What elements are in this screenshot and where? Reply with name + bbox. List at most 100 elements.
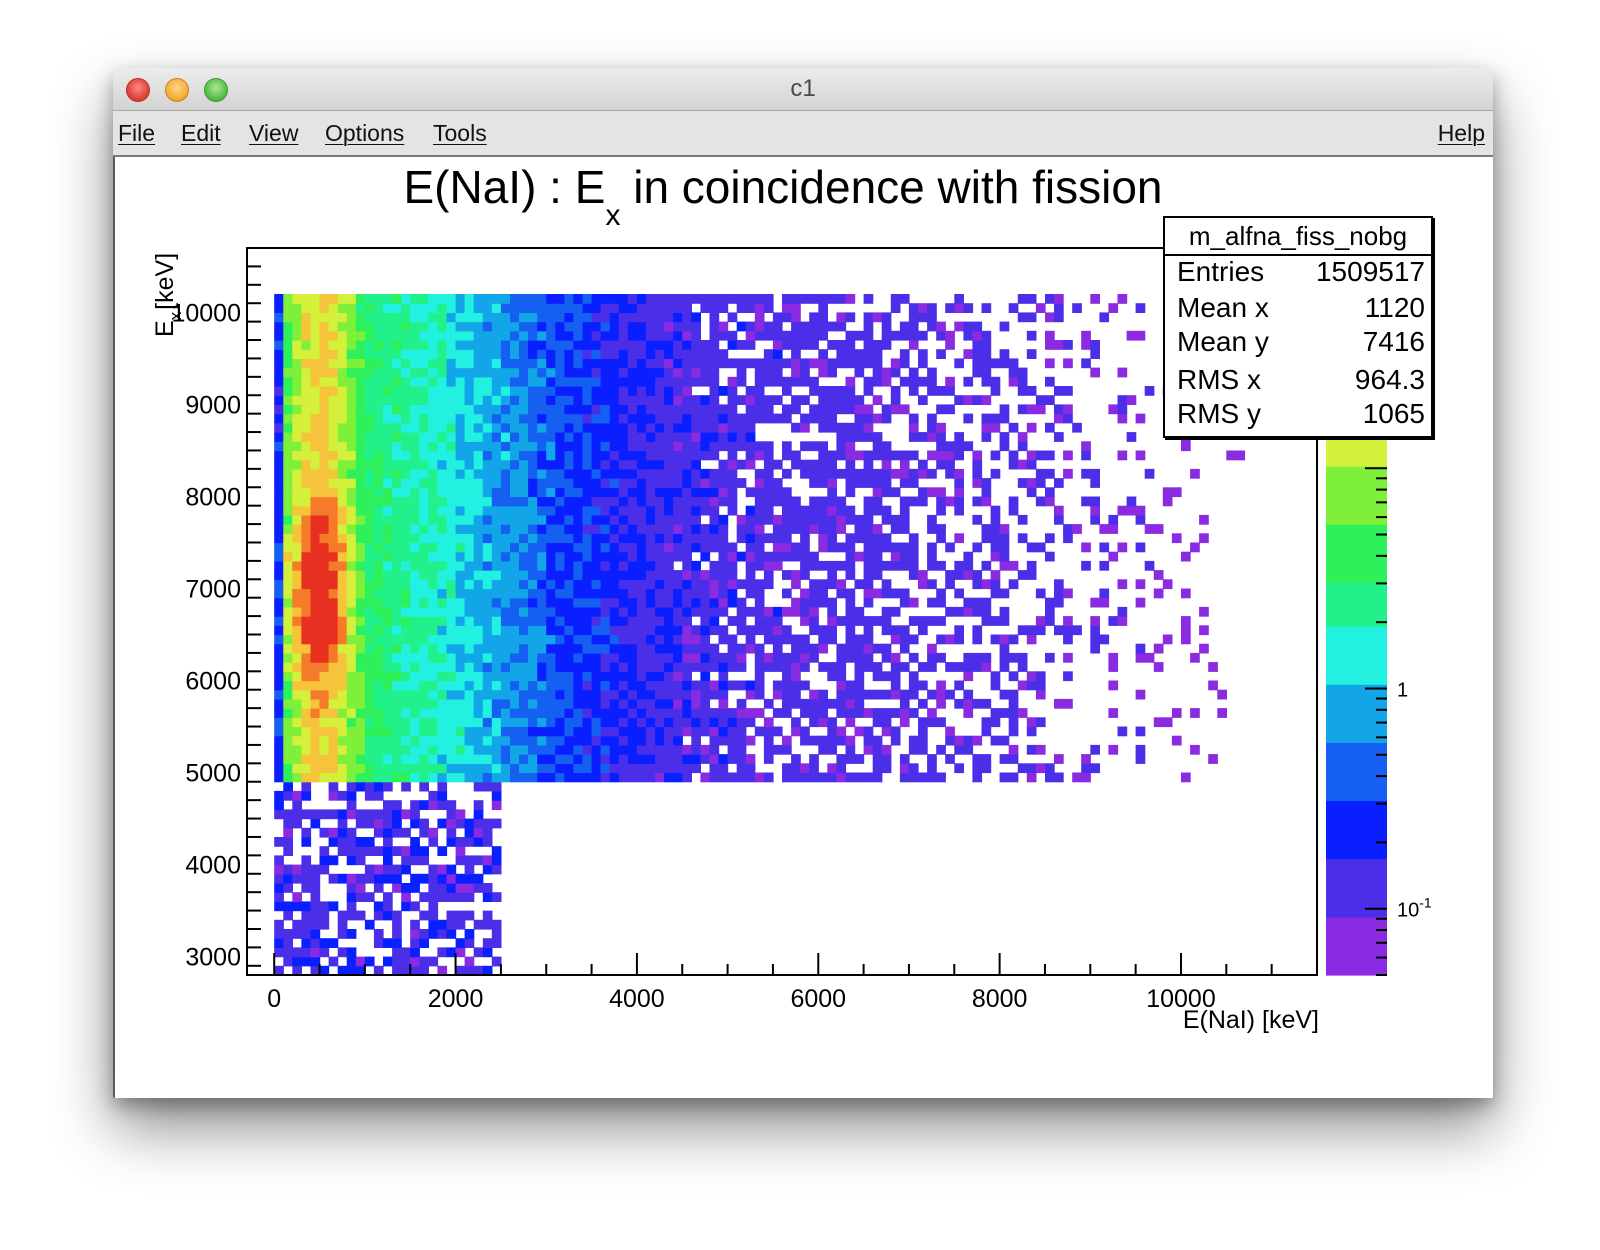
heatmap-cell [274,404,284,415]
heatmap-cell [736,413,747,424]
heatmap-cell [646,680,656,691]
heatmap-cell [609,533,620,544]
heatmap-cell [963,330,974,341]
heatmap-cell [636,321,647,332]
heatmap-cell [392,542,402,553]
heatmap-cell [691,606,701,617]
heatmap-cell [319,413,330,424]
stats-row-rms-y: RMS y 1065 [1177,398,1425,429]
heatmap-cell [1008,708,1019,718]
heatmap-cell [401,846,411,856]
heatmap-cell [555,689,565,700]
menu-help[interactable]: Help [1438,111,1485,155]
heatmap-cell [809,735,819,746]
heatmap-cell [573,662,584,672]
heatmap-cell [373,358,384,369]
heatmap-cell [718,294,729,304]
heatmap-cell [1081,358,1091,369]
heatmap-cell [419,662,429,672]
heatmap-cell [464,560,475,571]
heatmap-cell [500,616,511,626]
heatmap-cell [364,330,375,341]
heatmap-cell [301,827,312,838]
title-bar[interactable]: c1 [113,68,1493,111]
menu-edit[interactable]: Edit [181,111,221,155]
heatmap-cell [319,367,330,378]
heatmap-cell [283,478,293,488]
menu-file[interactable]: File [118,111,155,155]
menu-tools[interactable]: Tools [433,111,487,155]
heatmap-cell [573,643,584,654]
heatmap-cell [537,606,547,617]
heatmap-cell [582,496,593,507]
heatmap-cell [292,662,302,672]
heatmap-cell [355,910,366,921]
heatmap-cell [573,413,584,424]
heatmap-cell [1126,395,1137,405]
heatmap-cell [1026,349,1037,359]
heatmap-cell [1026,294,1037,304]
heatmap-cell [446,330,457,341]
heatmap-cell [373,597,384,608]
heatmap-cell [682,395,692,405]
heatmap-cell [1126,505,1137,516]
heatmap-cell [355,662,366,672]
heatmap-cell [464,744,475,755]
heatmap-cell [328,496,339,507]
heatmap-cell [482,413,493,424]
heatmap-cell [292,597,302,608]
heatmap-cell [519,588,529,599]
heatmap-cell [292,340,302,350]
menu-options[interactable]: Options [325,111,404,155]
heatmap-cell [845,468,856,479]
heatmap-cell [364,671,375,682]
heatmap-cell [464,643,475,654]
heatmap-cell [410,800,420,810]
heatmap-cell [546,321,556,332]
heatmap-cell [863,330,874,341]
heatmap-cell [655,533,665,544]
heatmap-cell [800,643,810,654]
heatmap-cell [301,349,312,359]
heatmap-cell [636,634,647,645]
heatmap-cell [908,386,919,396]
heatmap-cell [818,413,828,424]
heatmap-cell [954,505,964,516]
statistics-box[interactable]: m_alfna_fiss_nobg Entries 1509517 Mean x1… [1163,216,1433,438]
heatmap-cell [782,404,792,415]
heatmap-cell [827,358,837,369]
heatmap-cell [401,892,411,902]
heatmap-cell [455,671,466,682]
heatmap-cell [582,386,593,396]
heatmap-cell [392,303,402,313]
heatmap-cell [736,625,747,636]
heatmap-cell [283,947,293,958]
heatmap-cell [936,386,946,396]
heatmap-cell [972,597,983,608]
heatmap-cell [455,579,466,590]
heatmap-cell [972,772,983,783]
heatmap-cell [700,570,711,580]
heatmap-cell [673,680,683,691]
heatmap-cell [673,652,683,663]
heatmap-cell [854,579,865,590]
heatmap-cell [437,459,448,470]
heatmap-cell [437,919,448,930]
heatmap-cell [1054,404,1064,415]
heatmap-cell [836,616,847,626]
heatmap-cell [881,560,892,571]
heatmap-cell [845,652,856,663]
heatmap-cell [319,772,330,783]
heatmap-cell [482,395,493,405]
menu-view[interactable]: View [249,111,298,155]
heatmap-cell [519,754,529,764]
heatmap-cell [908,551,919,562]
heatmap-cell [890,634,901,645]
heatmap-cell [392,487,402,498]
heatmap-cell [655,294,665,304]
heatmap-cell [845,708,856,718]
heatmap-cell [1090,616,1100,626]
heatmap-cell [782,468,792,479]
heatmap-cell [682,744,692,755]
heatmap-cell [301,717,312,728]
